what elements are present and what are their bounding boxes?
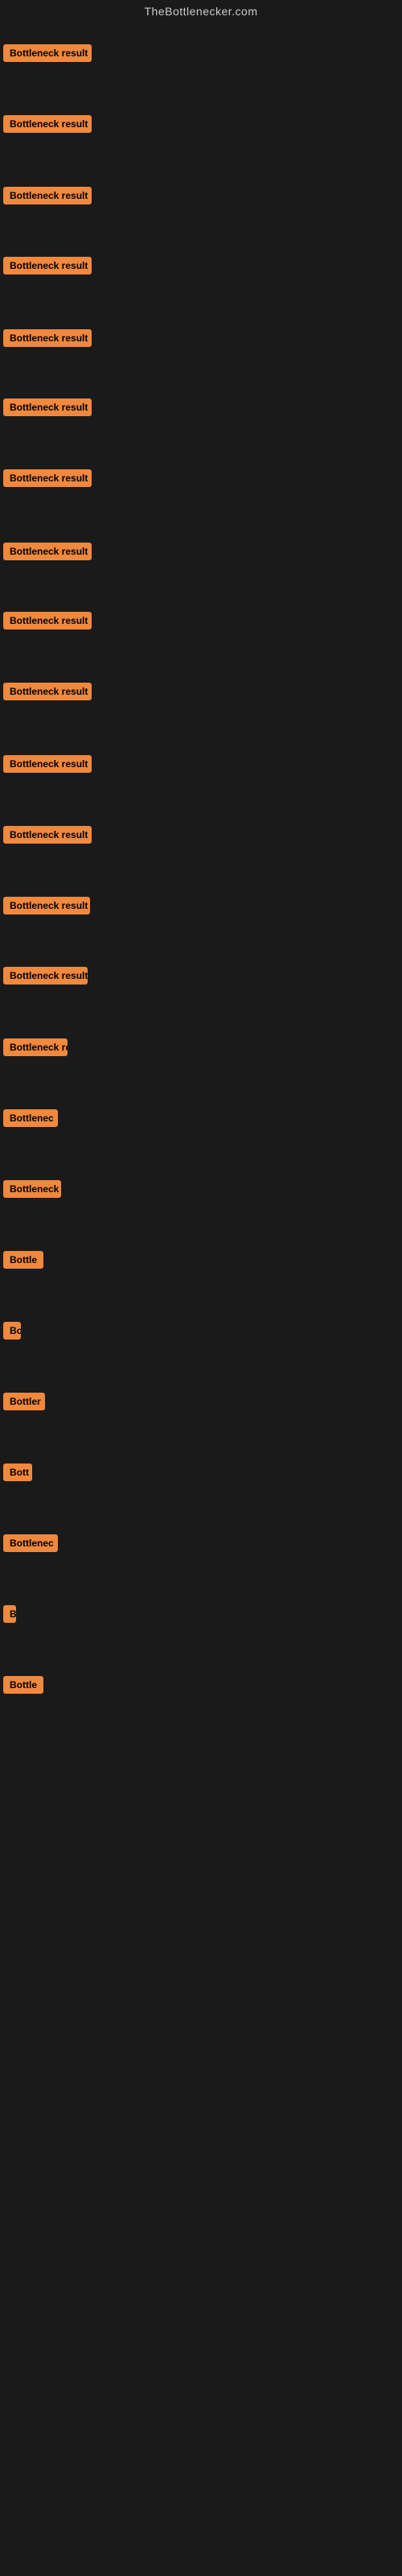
bottleneck-badge-10[interactable]: Bottleneck result <box>3 683 92 700</box>
bottleneck-badge-14[interactable]: Bottleneck result <box>3 967 88 985</box>
badge-row-3: Bottleneck result <box>3 187 92 208</box>
bottleneck-badge-18[interactable]: Bottle <box>3 1251 43 1269</box>
badge-row-20: Bottler <box>3 1393 45 1414</box>
badge-row-1: Bottleneck result <box>3 44 92 66</box>
badges-area: Bottleneck result Bottleneck result Bottle… <box>0 23 402 1794</box>
badge-row-19: Bo <box>3 1322 21 1344</box>
bottleneck-badge-9[interactable]: Bottleneck result <box>3 612 92 630</box>
badge-row-11: Bottleneck result <box>3 755 92 777</box>
bottleneck-badge-2[interactable]: Bottleneck result <box>3 115 92 133</box>
bottleneck-badge-21[interactable]: Bott <box>3 1463 32 1481</box>
badge-row-10: Bottleneck result <box>3 683 92 704</box>
bottleneck-badge-19[interactable]: Bo <box>3 1322 21 1340</box>
badge-row-8: Bottleneck result <box>3 543 92 564</box>
badge-row-5: Bottleneck result <box>3 329 92 351</box>
bottleneck-badge-15[interactable]: Bottleneck re <box>3 1038 68 1056</box>
badge-row-4: Bottleneck result <box>3 257 92 279</box>
bottleneck-badge-4[interactable]: Bottleneck result <box>3 257 92 275</box>
badge-row-16: Bottlenec <box>3 1109 58 1131</box>
badge-row-12: Bottleneck result <box>3 826 92 848</box>
bottleneck-badge-22[interactable]: Bottlenec <box>3 1534 58 1552</box>
badge-row-15: Bottleneck re <box>3 1038 68 1060</box>
badge-row-14: Bottleneck result <box>3 967 88 989</box>
badge-row-17: Bottleneck <box>3 1180 61 1202</box>
badge-row-13: Bottleneck result <box>3 897 90 919</box>
badge-row-23: B <box>3 1605 16 1627</box>
badge-row-7: Bottleneck result <box>3 469 92 491</box>
bottleneck-badge-3[interactable]: Bottleneck result <box>3 187 92 204</box>
bottleneck-badge-12[interactable]: Bottleneck result <box>3 826 92 844</box>
badge-row-24: Bottle <box>3 1676 43 1698</box>
bottleneck-badge-11[interactable]: Bottleneck result <box>3 755 92 773</box>
badge-row-2: Bottleneck result <box>3 115 92 137</box>
bottleneck-badge-23[interactable]: B <box>3 1605 16 1623</box>
bottleneck-badge-24[interactable]: Bottle <box>3 1676 43 1694</box>
site-title: TheBottlenecker.com <box>0 0 402 23</box>
badge-row-18: Bottle <box>3 1251 43 1273</box>
bottleneck-badge-8[interactable]: Bottleneck result <box>3 543 92 560</box>
bottleneck-badge-6[interactable]: Bottleneck result <box>3 398 92 416</box>
bottleneck-badge-5[interactable]: Bottleneck result <box>3 329 92 347</box>
page-wrapper: TheBottlenecker.com Bottleneck resultBot… <box>0 0 402 2576</box>
badge-row-22: Bottlenec <box>3 1534 58 1556</box>
bottleneck-badge-16[interactable]: Bottlenec <box>3 1109 58 1127</box>
bottleneck-badge-13[interactable]: Bottleneck result <box>3 897 90 914</box>
bottleneck-badge-7[interactable]: Bottleneck result <box>3 469 92 487</box>
badge-row-6: Bottleneck result <box>3 398 92 420</box>
bottleneck-badge-1[interactable]: Bottleneck result <box>3 44 92 62</box>
bottleneck-badge-17[interactable]: Bottleneck <box>3 1180 61 1198</box>
badge-row-9: Bottleneck result <box>3 612 92 634</box>
bottleneck-badge-20[interactable]: Bottler <box>3 1393 45 1410</box>
badge-row-21: Bott <box>3 1463 32 1485</box>
